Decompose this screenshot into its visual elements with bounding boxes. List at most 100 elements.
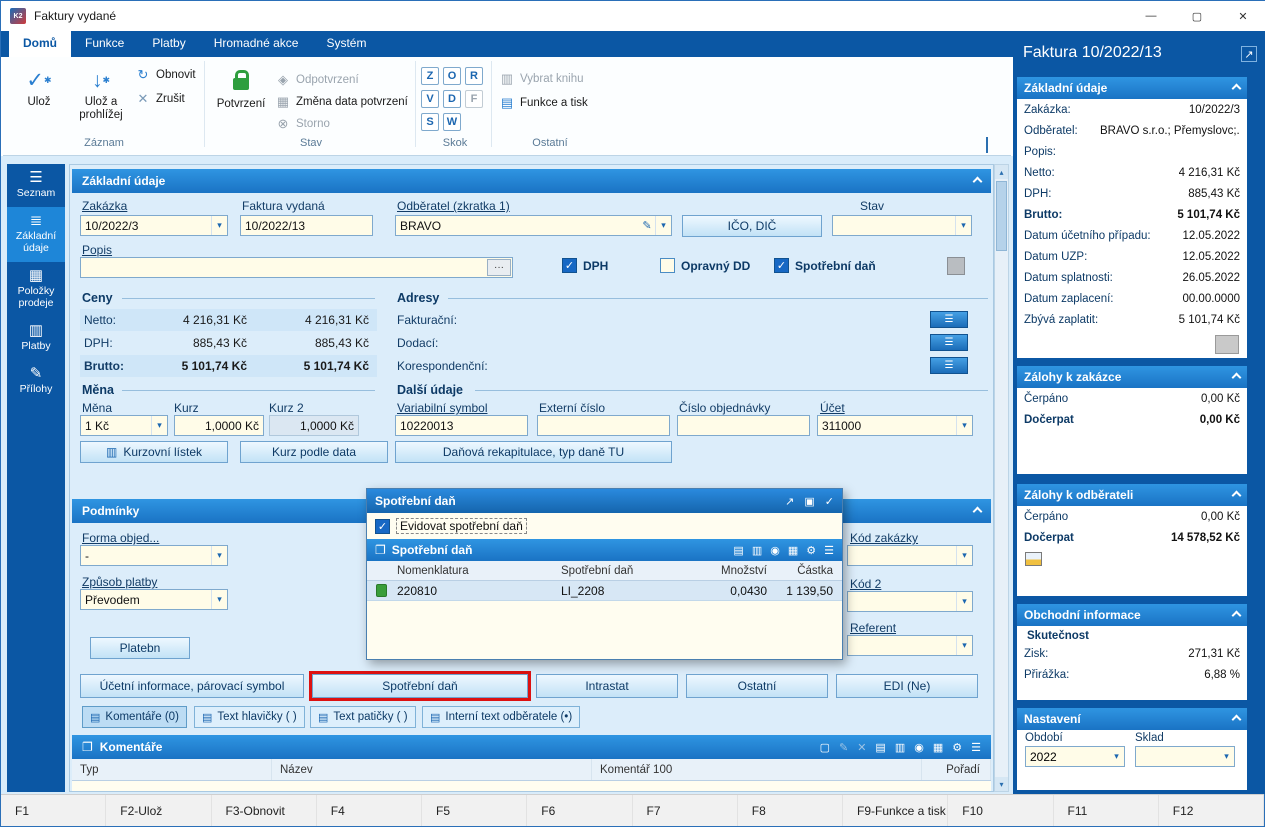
sklad-input[interactable] (1136, 747, 1219, 766)
popup-titlebar[interactable]: Spotřební daň ↗ ▣ ✓ (367, 489, 842, 513)
external-link-icon[interactable]: ↗ (1241, 46, 1257, 62)
storno-button[interactable]: ⊗ Storno (275, 114, 330, 134)
disabled-square-button[interactable] (947, 257, 965, 275)
checkbox-checked-icon[interactable]: ✓ (375, 518, 390, 534)
fkey-f7[interactable]: F7 (633, 795, 738, 826)
column-poradi[interactable]: Pořadí (922, 759, 991, 780)
external-link-icon[interactable]: ↗ (785, 495, 794, 508)
disabled-square-button[interactable] (1215, 335, 1239, 354)
sidebar-item-seznam[interactable]: ☰ Seznam (7, 164, 65, 207)
danova-rekapitulace-button[interactable]: Daňová rekapitulace, typ daně TU (395, 441, 672, 463)
kod-zakazky-combo[interactable]: ▾ (847, 545, 973, 566)
column-spotrebni-dan[interactable]: Spotřební daň (561, 565, 709, 577)
externi-input[interactable] (537, 415, 670, 436)
confirm-button[interactable]: Potvrzení (211, 61, 271, 137)
odberatel-combo[interactable]: ✎ ▾ (395, 215, 672, 236)
fakturacni-menu-button[interactable]: ☰ (930, 311, 968, 328)
dropdown-icon[interactable]: ▾ (956, 592, 972, 611)
refresh-button[interactable]: ↻ Obnovit (135, 65, 196, 85)
fkey-f12[interactable]: F12 (1159, 795, 1264, 826)
kurz-input[interactable] (174, 415, 264, 436)
collapse-icon[interactable] (1231, 83, 1242, 93)
dropdown-icon[interactable]: ▾ (1219, 747, 1234, 766)
edi-button[interactable]: EDI (Ne) (836, 674, 978, 698)
zakazka-combo[interactable]: ▾ (80, 215, 228, 236)
popup-data-row[interactable]: 220810 LI_2208 0,0430 1 139,50 (367, 581, 842, 601)
kod2-combo[interactable]: ▾ (847, 591, 973, 612)
forma-objednavky-input[interactable] (81, 546, 211, 565)
sidebar-item-prilohy[interactable]: ✎ Přílohy (7, 360, 65, 403)
dropdown-icon[interactable]: ▾ (211, 216, 227, 235)
delete-icon[interactable]: ✕ (857, 741, 866, 754)
fkey-f1[interactable]: F1 (1, 795, 107, 826)
kod2-label[interactable]: Kód 2 (850, 577, 881, 591)
gear-icon[interactable]: ⚙ (952, 741, 962, 754)
dropdown-icon[interactable]: ▾ (955, 216, 971, 235)
sklad-combo[interactable]: ▾ (1135, 746, 1235, 767)
ucet-combo[interactable]: ▾ (817, 415, 973, 436)
column-castka[interactable]: Částka (771, 565, 839, 577)
fkey-f11[interactable]: F11 (1054, 795, 1159, 826)
tab-komentare[interactable]: ▤ Komentáře (0) (82, 706, 187, 728)
sign-icon[interactable]: ✎ (639, 216, 655, 235)
dodaci-menu-button[interactable]: ☰ (930, 334, 968, 351)
column-mnozstvi[interactable]: Množství (709, 565, 771, 577)
vertical-scrollbar[interactable]: ▴ ▾ (994, 164, 1009, 792)
save-and-view-button[interactable]: ↓ ✱ Ulož a prohlížej (69, 61, 133, 137)
popis-label[interactable]: Popis (82, 243, 112, 257)
dropdown-icon[interactable]: ▾ (211, 590, 227, 609)
columns-icon[interactable]: ▦ (933, 741, 943, 754)
printer-icon[interactable]: ▤ (733, 544, 743, 557)
jump-key-r[interactable]: R (465, 67, 483, 85)
intrastat-button[interactable]: Intrastat (536, 674, 678, 698)
functions-print-button[interactable]: ▤ Funkce a tisk (499, 93, 588, 113)
scroll-up-button[interactable]: ▴ (995, 165, 1008, 179)
unconfirm-button[interactable]: ◈ Odpotvrzení (275, 70, 359, 90)
ribbon-tab-domu[interactable]: Domů (9, 31, 71, 57)
jump-key-f[interactable]: F (465, 90, 483, 108)
platebni-button[interactable]: Platebn (90, 637, 190, 659)
gear-icon[interactable]: ⚙ (806, 544, 816, 557)
forma-objednavky-label[interactable]: Forma objed... (82, 531, 159, 545)
minimize-button[interactable]: — (1128, 1, 1174, 31)
column-komentar[interactable]: Komentář 100 (592, 759, 922, 780)
save-button[interactable]: ✓ ✱ Ulož (9, 61, 69, 137)
tab-interni-text[interactable]: ▤ Interní text odběratele (•) (422, 706, 581, 728)
chart-icon[interactable]: ▥ (752, 544, 762, 557)
popis-input[interactable] (80, 257, 513, 278)
ribbon-tab-platby[interactable]: Platby (138, 31, 199, 57)
card-header[interactable]: Nastavení (1017, 708, 1247, 730)
card-header[interactable]: Obchodní informace (1017, 604, 1247, 626)
odberatel-input[interactable] (396, 216, 639, 235)
jump-key-d[interactable]: D (443, 90, 461, 108)
referent-label[interactable]: Referent (850, 621, 896, 635)
obdobi-input[interactable] (1026, 747, 1109, 766)
korespondencni-menu-button[interactable]: ☰ (930, 357, 968, 374)
zpusob-platby-input[interactable] (81, 590, 211, 609)
collapse-icon[interactable] (1231, 714, 1242, 724)
printer-icon[interactable]: ▤ (875, 741, 885, 754)
edit-icon[interactable]: ✎ (839, 741, 848, 754)
faktura-input[interactable] (240, 215, 373, 236)
ico-dic-button[interactable]: IČO, DIČ (682, 215, 822, 237)
evidovat-checkbox-label[interactable]: Evidovat spotřební daň (396, 518, 527, 534)
collapse-icon[interactable] (1231, 490, 1242, 500)
zpusob-platby-label[interactable]: Způsob platby (82, 575, 157, 589)
dropdown-icon[interactable]: ▾ (151, 416, 167, 435)
zakazka-input[interactable] (81, 216, 211, 235)
mena-input[interactable] (81, 416, 151, 435)
dropdown-icon[interactable]: ▾ (655, 216, 671, 235)
close-button[interactable]: ✕ (1220, 1, 1265, 31)
spotrebni-dan-button[interactable]: Spotřební daň (312, 674, 528, 698)
menu-icon[interactable]: ☰ (971, 741, 981, 754)
dropdown-icon[interactable]: ▾ (211, 546, 227, 565)
cancel-button[interactable]: ✕ Zrušit (135, 89, 185, 109)
odberatel-label[interactable]: Odběratel (zkratka 1) (397, 199, 510, 213)
stav-combo[interactable]: ▾ (832, 215, 972, 236)
dph-checkbox[interactable]: ✓ DPH (562, 258, 608, 273)
collapse-icon[interactable] (972, 506, 983, 516)
fkey-f4[interactable]: F4 (317, 795, 422, 826)
popis-more-button[interactable]: ··· (487, 259, 511, 276)
jump-key-z[interactable]: Z (421, 67, 439, 85)
jump-key-o[interactable]: O (443, 67, 461, 85)
